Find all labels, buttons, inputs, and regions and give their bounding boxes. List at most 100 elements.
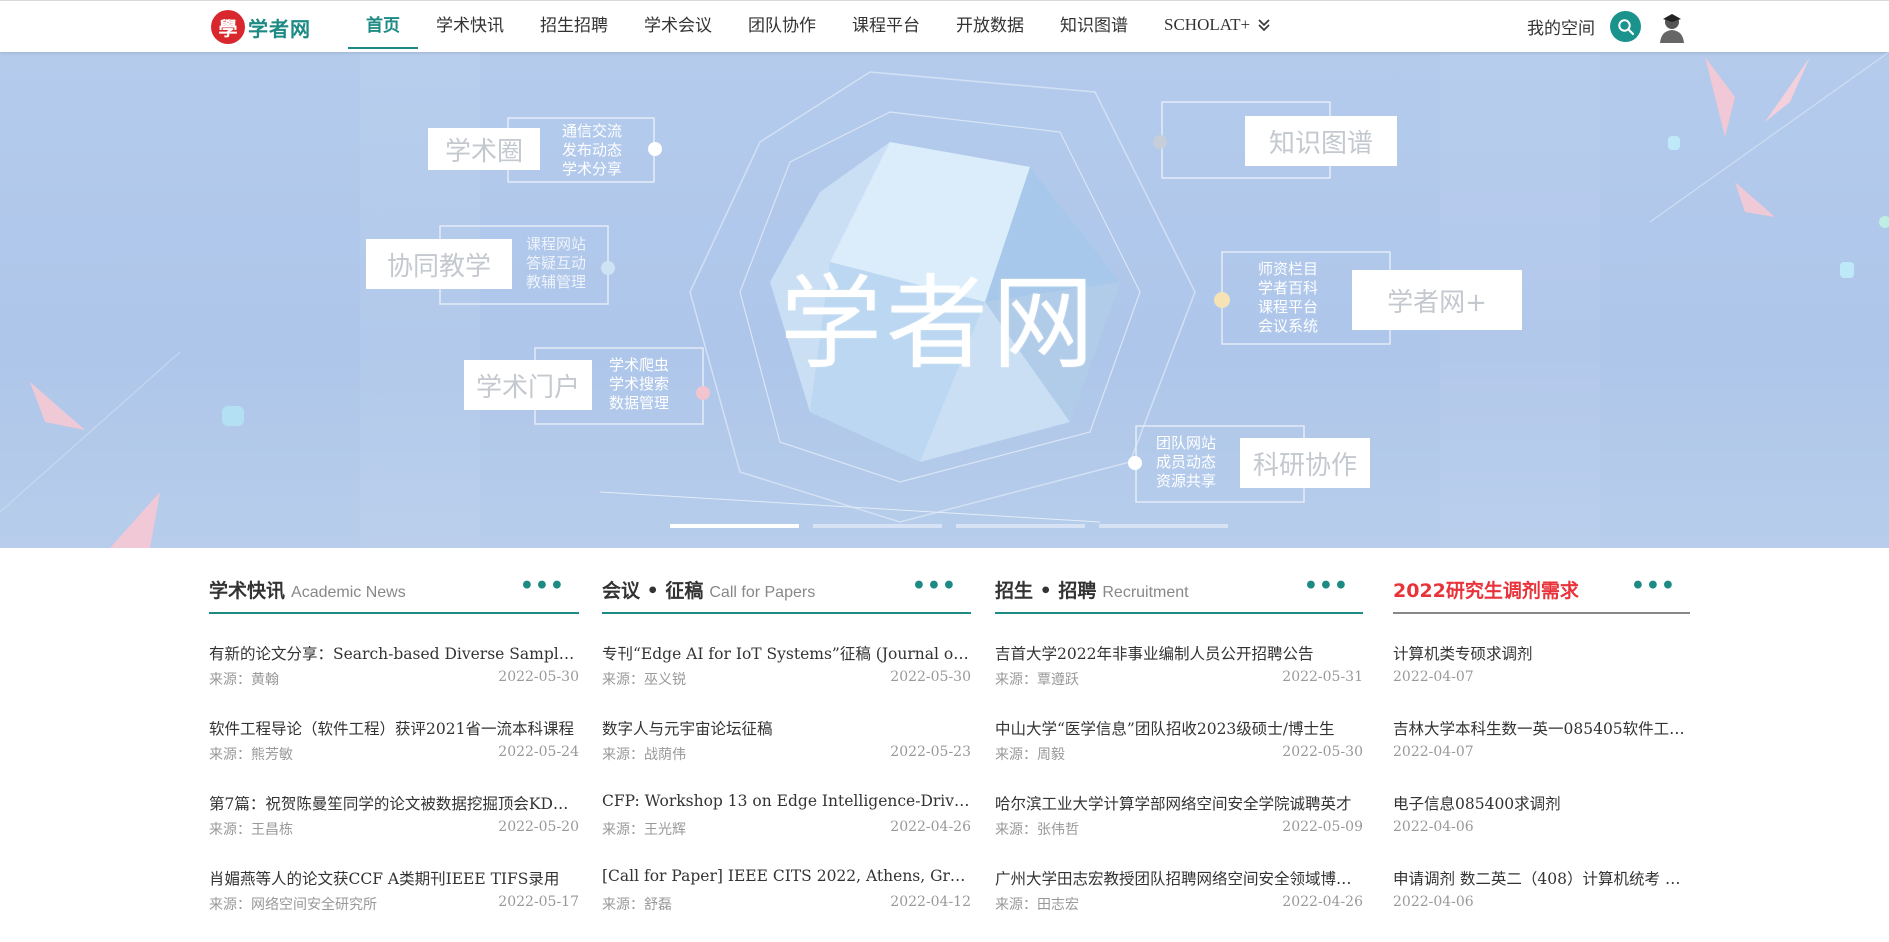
news-date: 2022-05-23 xyxy=(890,744,971,760)
column-title-text: 会议 • 征稿 xyxy=(602,580,704,602)
news-date: 2022-05-31 xyxy=(1282,669,1363,685)
news-date: 2022-04-12 xyxy=(890,894,971,910)
news-title-link[interactable]: 软件工程导论（软件工程）获评2021省一流本科课程 xyxy=(209,717,579,739)
news-date: 2022-04-06 xyxy=(1393,819,1474,835)
news-title-link[interactable]: [Call for Paper] IEEE CITS 2022, Athens,… xyxy=(602,867,971,885)
carousel-indicators xyxy=(670,524,1228,528)
my-space-link[interactable]: 我的空间 xyxy=(1527,14,1595,39)
banner-list-item: 资源共享 xyxy=(1156,472,1217,490)
news-source: 来源：熊芳敏 xyxy=(209,747,293,763)
more-button[interactable]: ••• xyxy=(1304,575,1349,597)
list-item: [Call for Paper] IEEE CITS 2022, Athens,… xyxy=(602,867,971,931)
column-subtitle: Recruitment xyxy=(1102,584,1189,601)
list-item: 吉首大学2022年非事业编制人员公开招聘公告 来源：覃遵跃 2022-05-31 xyxy=(995,642,1363,706)
banner-list-item: 学术搜索 xyxy=(609,375,670,393)
news-title-link[interactable]: CFP: Workshop 13 on Edge Intelligence-Dr… xyxy=(602,792,971,810)
nav-item-open-data[interactable]: 开放数据 xyxy=(938,1,1042,49)
banner-list-item: 答疑互动 xyxy=(526,254,587,272)
news-title-link[interactable]: 计算机类专硕求调剂 xyxy=(1393,642,1690,664)
news-source: 来源：网络空间安全研究所 xyxy=(209,897,377,913)
more-button[interactable]: ••• xyxy=(1631,575,1676,597)
list-item: 专刊“Edge AI for IoT Systems”征稿 (Journal o… xyxy=(602,642,971,706)
news-title-link[interactable]: 中山大学“医学信息”团队招收2023级硕士/博士生 xyxy=(995,717,1363,739)
logo-text: 学者网 xyxy=(248,16,311,41)
banner-list-item: 学者百科 xyxy=(1258,279,1319,297)
news-date: 2022-04-06 xyxy=(1393,894,1474,910)
news-date: 2022-04-07 xyxy=(1393,744,1474,760)
news-source: 来源：巫义锐 xyxy=(602,672,686,688)
news-title-link[interactable]: 第7篇：祝贺陈曼笙同学的论文被数据挖掘顶会KDD录用 xyxy=(209,792,579,814)
banner-tag-scholat-plus: 学者网+ xyxy=(1352,270,1522,330)
banner-list-item: 学术爬虫 xyxy=(609,356,670,374)
news-source: 来源：周毅 xyxy=(995,747,1065,763)
banner-list-research-collaboration: 团队网站 成员动态 资源共享 xyxy=(1156,434,1216,491)
news-source: 来源：黄翰 xyxy=(209,672,279,688)
news-title-link[interactable]: 有新的论文分享：Search-based Diverse Sampling fr… xyxy=(209,642,579,664)
news-title-link[interactable]: 吉林大学本科生数一英一085405软件工程求调剂 xyxy=(1393,717,1690,739)
list-item: 第7篇：祝贺陈曼笙同学的论文被数据挖掘顶会KDD录用 来源：王昌栋 2022-0… xyxy=(209,792,579,856)
main-nav: 首页 学术快讯 招生招聘 学术会议 团队协作 课程平台 开放数据 知识图谱 SC… xyxy=(348,1,1290,49)
carousel-dot-1[interactable] xyxy=(670,524,799,528)
banner-list-item: 团队网站 xyxy=(1156,434,1217,452)
news-title-link[interactable]: 哈尔滨工业大学计算学部网络空间安全学院诚聘英才 xyxy=(995,792,1363,814)
news-title-link[interactable]: 电子信息085400求调剂 xyxy=(1393,792,1690,814)
column-postgrad-adjustment: 2022研究生调剂需求 ••• 计算机类专硕求调剂 2022-04-07 吉林大… xyxy=(1393,566,1690,942)
banner-list-item: 教辅管理 xyxy=(526,273,587,291)
column-header: 2022研究生调剂需求 ••• xyxy=(1393,566,1690,614)
column-call-for-papers: 会议 • 征稿 Call for Papers ••• 专刊“Edge AI fo… xyxy=(602,566,971,942)
list-item: 哈尔滨工业大学计算学部网络空间安全学院诚聘英才 来源：张伟哲 2022-05-0… xyxy=(995,792,1363,856)
news-date: 2022-05-24 xyxy=(498,744,579,760)
nav-item-academic-news[interactable]: 学术快讯 xyxy=(418,1,522,49)
news-source: 来源：张伟哲 xyxy=(995,822,1079,838)
list-item: 广州大学田志宏教授团队招聘网络空间安全领域博士后 来源：田志宏 2022-04-… xyxy=(995,867,1363,931)
list-item: 数字人与元宇宙论坛征稿 来源：战荫伟 2022-05-23 xyxy=(602,717,971,781)
column-header: 招生 • 招聘 Recruitment ••• xyxy=(995,566,1363,614)
hero-banner: 学术圈 协同教学 学术门户 知识图谱 学者网+ 科研协作 通信交流 发布动态 学… xyxy=(0,52,1889,548)
carousel-dot-2[interactable] xyxy=(813,524,942,528)
more-button[interactable]: ••• xyxy=(520,575,565,597)
banner-list-item: 课程网站 xyxy=(526,235,587,253)
nav-item-team-collaboration[interactable]: 团队协作 xyxy=(730,1,834,49)
list-item: 肖媚燕等人的论文获CCF A类期刊IEEE TIFS录用 来源：网络空间安全研究… xyxy=(209,867,579,931)
banner-list-item: 师资栏目 xyxy=(1258,260,1319,278)
news-date: 2022-04-07 xyxy=(1393,669,1474,685)
nav-item-recruitment[interactable]: 招生招聘 xyxy=(522,1,626,49)
nav-item-home[interactable]: 首页 xyxy=(348,1,418,49)
news-date: 2022-04-26 xyxy=(890,819,971,835)
news-title-link[interactable]: 数字人与元宇宙论坛征稿 xyxy=(602,717,971,739)
news-source: 来源：覃遵跃 xyxy=(995,672,1079,688)
news-title-link[interactable]: 吉首大学2022年非事业编制人员公开招聘公告 xyxy=(995,642,1363,664)
news-title-link[interactable]: 广州大学田志宏教授团队招聘网络空间安全领域博士后 xyxy=(995,867,1363,889)
news-date: 2022-05-30 xyxy=(1282,744,1363,760)
news-date: 2022-05-20 xyxy=(498,819,579,835)
nav-item-course-platform[interactable]: 课程平台 xyxy=(834,1,938,49)
banner-list-item: 会议系统 xyxy=(1258,317,1319,335)
more-button[interactable]: ••• xyxy=(912,575,957,597)
news-source: 来源：王光辉 xyxy=(602,822,686,838)
banner-tag-academic-portal: 学术门户 xyxy=(464,360,592,410)
site-logo[interactable]: 學 学者网 xyxy=(211,10,311,44)
news-date: 2022-05-17 xyxy=(498,894,579,910)
news-title-link[interactable]: 肖媚燕等人的论文获CCF A类期刊IEEE TIFS录用 xyxy=(209,867,579,889)
column-title-text: 学术快讯 xyxy=(209,580,286,602)
nav-item-scholat-plus[interactable]: SCHOLAT+ xyxy=(1146,1,1290,49)
search-button[interactable] xyxy=(1610,11,1641,42)
nav-item-conferences[interactable]: 学术会议 xyxy=(626,1,730,49)
news-date: 2022-05-30 xyxy=(890,669,971,685)
news-title-link[interactable]: 专刊“Edge AI for IoT Systems”征稿 (Journal o… xyxy=(602,642,971,664)
news-source: 来源：王昌栋 xyxy=(209,822,293,838)
nav-item-knowledge-graph[interactable]: 知识图谱 xyxy=(1042,1,1146,49)
user-avatar[interactable] xyxy=(1657,11,1687,43)
column-academic-news: 学术快讯 Academic News ••• 有新的论文分享：Search-bas… xyxy=(209,566,579,942)
column-title: 招生 • 招聘 Recruitment xyxy=(995,576,1189,603)
news-date: 2022-04-26 xyxy=(1282,894,1363,910)
news-title-link[interactable]: 申请调剂 数二英二（408）计算机统考 求调剂 xyxy=(1393,867,1690,889)
list-item: 申请调剂 数二英二（408）计算机统考 求调剂 2022-04-06 xyxy=(1393,867,1690,931)
column-header: 会议 • 征稿 Call for Papers ••• xyxy=(602,566,971,614)
nav-item-scholat-plus-label: SCHOLAT+ xyxy=(1164,15,1251,34)
carousel-dot-4[interactable] xyxy=(1099,524,1228,528)
banner-title: 学者网 xyxy=(780,265,1098,384)
carousel-dot-3[interactable] xyxy=(956,524,1085,528)
banner-list-academic-circle: 通信交流 发布动态 学术分享 xyxy=(562,122,622,179)
news-source: 来源：战荫伟 xyxy=(602,747,686,763)
